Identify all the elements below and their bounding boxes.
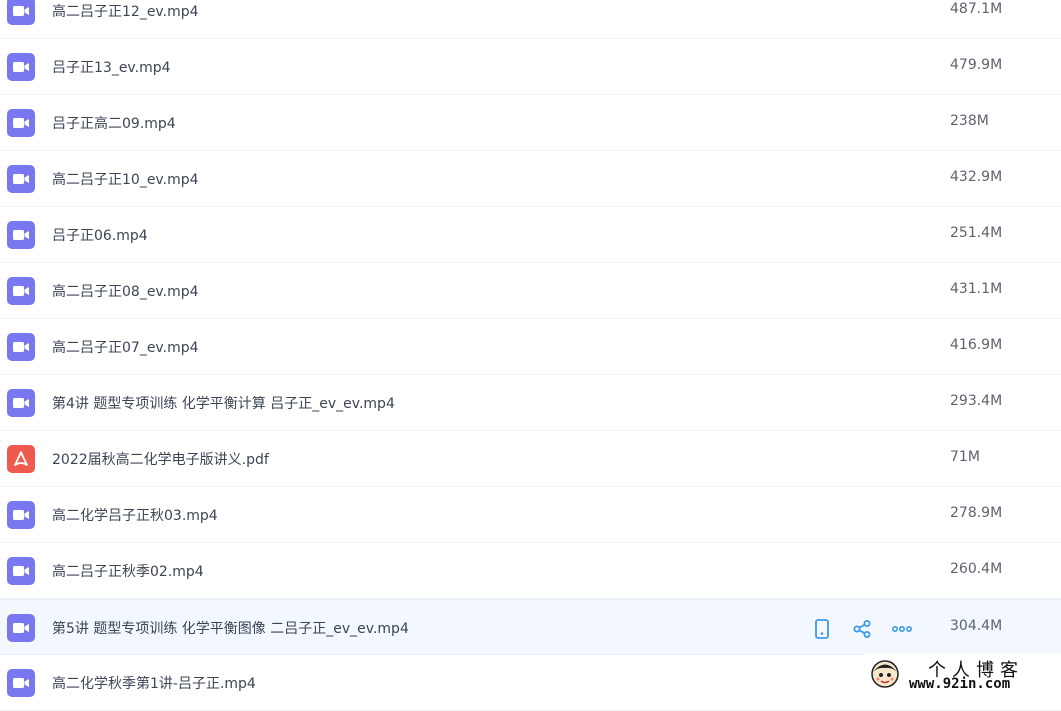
file-name[interactable]: 高二吕子正12_ev.mp4 [52, 1, 199, 21]
video-file-icon [7, 389, 35, 417]
file-size: 251.4M [950, 225, 1003, 241]
file-size: 71M [950, 449, 980, 465]
video-file-icon [7, 165, 35, 193]
video-glyph [13, 678, 29, 688]
video-glyph [13, 174, 29, 184]
pdf-glyph [14, 451, 28, 466]
share-icon [850, 617, 874, 641]
file-name[interactable]: 吕子正06.mp4 [52, 225, 148, 245]
watermark-avatar [870, 659, 900, 689]
file-list: 高二吕子正12_ev.mp4 487.1M 吕子正13_ev.mp4 479.9M 吕子… [0, 0, 1061, 711]
video-file-icon [7, 501, 35, 529]
file-size: 487.1M [950, 1, 1003, 17]
file-size: 416.9M [950, 337, 1003, 353]
file-row[interactable]: 高二吕子正秋季02.mp4 260.4M [0, 543, 1061, 599]
file-row[interactable]: 高二吕子正07_ev.mp4 416.9M [0, 319, 1061, 375]
file-row[interactable]: 高二吕子正12_ev.mp4 487.1M [0, 0, 1061, 39]
video-glyph [13, 510, 29, 520]
file-row[interactable]: 第5讲 题型专项训练 化学平衡图像 二吕子正_ev_ev.mp4 304.4M [0, 599, 1061, 655]
video-glyph [13, 398, 29, 408]
file-name[interactable]: 高二吕子正秋季02.mp4 [52, 561, 204, 581]
video-file-icon [7, 614, 35, 642]
video-glyph [13, 62, 29, 72]
file-row[interactable]: 吕子正13_ev.mp4 479.9M [0, 39, 1061, 95]
file-size: 431.1M [950, 281, 1003, 297]
video-glyph [13, 566, 29, 576]
video-glyph [13, 6, 29, 16]
file-size: 479.9M [950, 57, 1003, 73]
file-size: 278.9M [950, 505, 1003, 521]
file-row[interactable]: 第4讲 题型专项训练 化学平衡计算 吕子正_ev_ev.mp4 293.4M [0, 375, 1061, 431]
pdf-file-icon [7, 445, 35, 473]
more-button[interactable] [890, 617, 914, 641]
file-row[interactable]: 高二吕子正10_ev.mp4 432.9M [0, 151, 1061, 207]
file-name[interactable]: 高二吕子正08_ev.mp4 [52, 281, 199, 301]
file-name[interactable]: 高二化学吕子正秋03.mp4 [52, 505, 218, 525]
file-size: 432.9M [950, 169, 1003, 185]
video-file-icon [7, 277, 35, 305]
file-size: 260.4M [950, 561, 1003, 577]
watermark-url: www.92in.com [909, 676, 1011, 692]
file-row[interactable]: 2022届秋高二化学电子版讲义.pdf 71M [0, 431, 1061, 487]
video-file-icon [7, 333, 35, 361]
video-glyph [13, 118, 29, 128]
video-glyph [13, 286, 29, 296]
send-to-phone-button[interactable] [810, 617, 834, 641]
video-file-icon [7, 53, 35, 81]
video-file-icon [7, 557, 35, 585]
file-name[interactable]: 高二化学秋季第1讲-吕子正.mp4 [52, 673, 256, 693]
watermark: 个人博客 www.92in.com [864, 654, 1061, 696]
phone-icon [810, 617, 834, 641]
video-file-icon [7, 221, 35, 249]
file-name[interactable]: 2022届秋高二化学电子版讲义.pdf [52, 449, 269, 469]
video-file-icon [7, 669, 35, 697]
file-row[interactable]: 高二吕子正08_ev.mp4 431.1M [0, 263, 1061, 319]
file-name[interactable]: 第4讲 题型专项训练 化学平衡计算 吕子正_ev_ev.mp4 [52, 393, 395, 413]
share-button[interactable] [850, 617, 874, 641]
video-file-icon [7, 109, 35, 137]
file-name[interactable]: 高二吕子正10_ev.mp4 [52, 169, 199, 189]
file-row[interactable]: 高二化学吕子正秋03.mp4 278.9M [0, 487, 1061, 543]
file-name[interactable]: 吕子正高二09.mp4 [52, 113, 176, 133]
file-size: 304.4M [950, 618, 1003, 634]
file-size: 238M [950, 113, 989, 129]
file-size: 293.4M [950, 393, 1003, 409]
more-icon [890, 617, 914, 641]
file-name[interactable]: 第5讲 题型专项训练 化学平衡图像 二吕子正_ev_ev.mp4 [52, 618, 409, 638]
video-file-icon [7, 0, 35, 25]
file-name[interactable]: 高二吕子正07_ev.mp4 [52, 337, 199, 357]
file-row[interactable]: 吕子正高二09.mp4 238M [0, 95, 1061, 151]
video-glyph [13, 623, 29, 633]
file-name[interactable]: 吕子正13_ev.mp4 [52, 57, 171, 77]
video-glyph [13, 342, 29, 352]
video-glyph [13, 230, 29, 240]
file-row[interactable]: 吕子正06.mp4 251.4M [0, 207, 1061, 263]
